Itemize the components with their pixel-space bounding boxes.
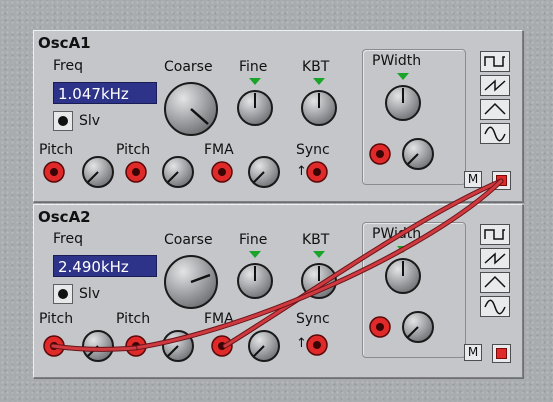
pwidth-knob[interactable] xyxy=(383,256,423,296)
pitch1-label: Pitch xyxy=(39,142,74,158)
freq-display[interactable]: 2.490kHz xyxy=(53,255,157,277)
pitch1-amount-knob[interactable] xyxy=(80,154,116,190)
sine-wave-icon xyxy=(484,299,506,315)
sync-input-jack[interactable] xyxy=(306,334,328,356)
coarse-label: Coarse xyxy=(164,59,213,75)
osc-a1-module: OscA1 Freq 1.047kHz Slv Coarse Fine KBT … xyxy=(33,30,523,202)
fine-label: Fine xyxy=(239,59,268,75)
pitch2-label: Pitch xyxy=(116,311,151,327)
sync-input-jack[interactable] xyxy=(306,161,328,183)
module-title: OscA1 xyxy=(38,34,91,52)
sine-wave-icon xyxy=(484,126,506,142)
center-tick-icon xyxy=(313,251,325,258)
slave-button[interactable] xyxy=(53,284,73,304)
saw-wave-icon xyxy=(484,252,506,265)
waveform-square-button[interactable] xyxy=(480,51,510,72)
sync-label: Sync xyxy=(296,311,330,327)
kbt-knob[interactable] xyxy=(299,261,339,301)
kbt-label: KBT xyxy=(302,59,330,75)
waveform-saw-button[interactable] xyxy=(480,248,510,269)
center-tick-icon xyxy=(249,251,261,258)
kbt-knob[interactable] xyxy=(299,88,339,128)
pwidth-mod-input-jack[interactable] xyxy=(369,316,391,338)
freq-label: Freq xyxy=(53,58,83,74)
triangle-wave-icon xyxy=(484,275,506,288)
waveform-saw-button[interactable] xyxy=(480,75,510,96)
pitch1-input-jack[interactable] xyxy=(43,161,65,183)
pwidth-mod-input-jack[interactable] xyxy=(369,143,391,165)
square-wave-icon xyxy=(484,229,505,240)
center-tick-icon xyxy=(397,73,409,80)
center-tick-icon xyxy=(313,78,325,85)
fine-knob[interactable] xyxy=(235,261,275,301)
freq-label: Freq xyxy=(53,231,83,247)
coarse-knob[interactable] xyxy=(162,80,220,138)
slave-button[interactable] xyxy=(53,111,73,131)
pwidth-mod-knob[interactable] xyxy=(400,309,436,345)
pwidth-knob[interactable] xyxy=(383,83,423,123)
output-jack[interactable] xyxy=(492,344,511,363)
center-tick-icon xyxy=(249,78,261,85)
waveform-sine-button[interactable] xyxy=(480,296,510,317)
freq-display[interactable]: 1.047kHz xyxy=(53,82,157,104)
square-wave-icon xyxy=(484,56,505,67)
center-tick-icon xyxy=(397,246,409,253)
pitch2-amount-knob[interactable] xyxy=(160,328,196,364)
sync-label: Sync xyxy=(296,142,330,158)
pitch1-amount-knob[interactable] xyxy=(80,328,116,364)
pitch1-input-jack[interactable] xyxy=(43,335,65,357)
pitch2-input-jack[interactable] xyxy=(125,335,147,357)
slv-label: Slv xyxy=(79,286,101,302)
pitch1-label: Pitch xyxy=(39,311,74,327)
fma-input-jack[interactable] xyxy=(211,335,233,357)
pitch2-amount-knob[interactable] xyxy=(160,154,196,190)
pitch2-label: Pitch xyxy=(116,142,151,158)
triangle-wave-icon xyxy=(484,102,506,115)
output-jack[interactable] xyxy=(492,171,511,190)
fma-amount-knob[interactable] xyxy=(246,328,282,364)
mute-button[interactable]: M xyxy=(464,344,482,361)
coarse-label: Coarse xyxy=(164,232,213,248)
waveform-triangle-button[interactable] xyxy=(480,99,510,120)
waveform-triangle-button[interactable] xyxy=(480,272,510,293)
fine-label: Fine xyxy=(239,232,268,248)
osc-a2-module: OscA2 Freq 2.490kHz Slv Coarse Fine KBT … xyxy=(33,204,523,378)
saw-wave-icon xyxy=(484,79,506,92)
kbt-label: KBT xyxy=(302,232,330,248)
fine-knob[interactable] xyxy=(235,88,275,128)
fma-input-jack[interactable] xyxy=(211,161,233,183)
slv-label: Slv xyxy=(79,113,101,129)
waveform-sine-button[interactable] xyxy=(480,123,510,144)
mute-button[interactable]: M xyxy=(464,171,482,188)
coarse-knob[interactable] xyxy=(162,253,220,311)
fma-label: FMA xyxy=(204,142,234,158)
pitch2-input-jack[interactable] xyxy=(125,161,147,183)
fma-amount-knob[interactable] xyxy=(246,154,282,190)
pwidth-label: PWidth xyxy=(372,226,422,242)
module-title: OscA2 xyxy=(38,208,91,226)
waveform-square-button[interactable] xyxy=(480,224,510,245)
fma-label: FMA xyxy=(204,311,234,327)
pwidth-label: PWidth xyxy=(372,53,422,69)
pwidth-mod-knob[interactable] xyxy=(400,136,436,172)
